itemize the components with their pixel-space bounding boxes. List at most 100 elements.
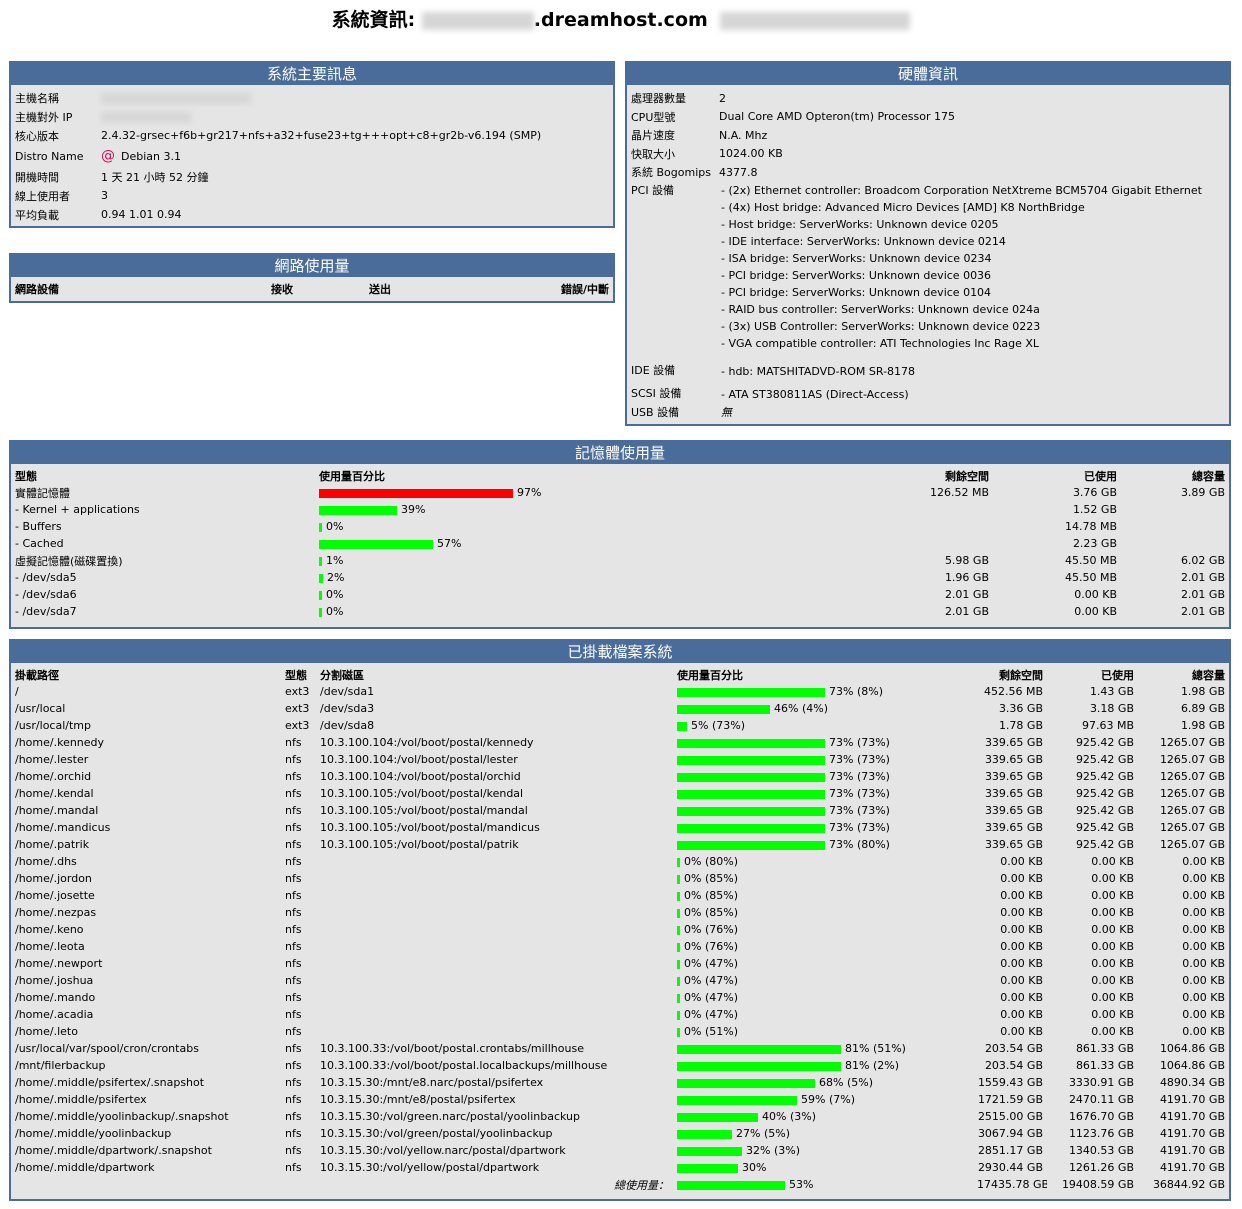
usage-cell: 27% (5%) xyxy=(673,1125,973,1142)
usage-cell: 0% (76%) xyxy=(673,938,973,955)
fs-type: nfs xyxy=(285,1093,302,1106)
fs-mount: /home/.orchid xyxy=(15,770,92,783)
usage-bar xyxy=(677,1078,815,1088)
fs-partition xyxy=(316,1006,673,1023)
pci-device-row: PCI 設備 - (2x) Ethernet controller: Broadc… xyxy=(627,182,1229,199)
sysinfo-row: 開機時間 1 天 21 小時 52 分鐘 xyxy=(11,167,613,186)
memory-row: - Cached 57% 2.23 GB xyxy=(11,535,1229,552)
memory-total xyxy=(1121,518,1229,535)
usage-bar xyxy=(677,908,680,918)
usage-cell: 2% xyxy=(315,569,881,586)
usage-percent-text: 68% (5%) xyxy=(819,1076,873,1089)
fs-free: 3.36 GB xyxy=(998,702,1043,715)
pci-device-row: - PCI bridge: ServerWorks: Unknown devic… xyxy=(627,284,1229,301)
sysinfo-label: 線上使用者 xyxy=(15,189,70,203)
fs-mount: /home/.lester xyxy=(15,753,89,766)
usage-bar xyxy=(677,1044,841,1054)
filesystem-row: /home/.keno nfs 0% (76%) 0.00 KB 0.00 KB 0.00… xyxy=(11,921,1229,938)
usage-percent-text: 81% (2%) xyxy=(845,1059,899,1072)
fs-free: 0.00 KB xyxy=(1000,1025,1043,1038)
fs-col-type: 型態 xyxy=(285,669,307,682)
filesystem-row: /mnt/filerbackup nfs 10.3.100.33:/vol/boot… xyxy=(11,1057,1229,1074)
fs-used: 0.00 KB xyxy=(1091,872,1134,885)
hardware-device-row: IDE 設備 - hdb: MATSHITADVD-ROM SR-8178 xyxy=(627,352,1229,378)
fs-used: 925.42 GB xyxy=(1075,838,1134,851)
usage-cell: 0% (85%) xyxy=(673,870,973,887)
fs-partition: 10.3.100.105:/vol/boot/postal/mandicus xyxy=(320,821,540,834)
pci-device-row: - (3x) USB Controller: ServerWorks: Unkn… xyxy=(627,318,1229,335)
fs-total: 0.00 KB xyxy=(1182,906,1225,919)
pci-device: - (2x) Ethernet controller: Broadcom Cor… xyxy=(721,183,1202,197)
fs-type: nfs xyxy=(285,1127,302,1140)
fs-mount: /home/.leto xyxy=(15,1025,78,1038)
pci-device-row: - RAID bus controller: ServerWorks: Unkn… xyxy=(627,301,1229,318)
pci-device: - PCI bridge: ServerWorks: Unknown devic… xyxy=(721,268,992,282)
usage-bar xyxy=(677,942,680,952)
fs-free: 0.00 KB xyxy=(1000,906,1043,919)
sysinfo-value: @ Debian 3.1 xyxy=(97,145,613,167)
fs-type: nfs xyxy=(285,889,302,902)
fs-free: 203.54 GB xyxy=(984,1059,1043,1072)
sysinfo-value: 2.4.32-grsec+f6b+gr217+nfs+a32+fuse23+tg… xyxy=(97,126,613,145)
fs-type: nfs xyxy=(285,957,302,970)
fs-partition: 10.3.15.30:/mnt/e8/postal/psifertex xyxy=(320,1093,516,1106)
hardware-value: 2 xyxy=(719,91,726,105)
memory-total: 3.89 GB xyxy=(1180,486,1225,499)
fs-total-free: 17435.78 GB xyxy=(977,1178,1047,1191)
usage-percent-text: 73% (8%) xyxy=(829,685,883,698)
fs-partition xyxy=(316,870,673,887)
fs-type: nfs xyxy=(285,1110,302,1123)
fs-used: 0.00 KB xyxy=(1091,1025,1134,1038)
title-host: .dreamhost.com xyxy=(533,9,708,31)
fs-partition: 10.3.100.33:/vol/boot/postal.localbackup… xyxy=(320,1059,608,1072)
usage-percent-text: 59% (7%) xyxy=(801,1093,855,1106)
fs-free: 0.00 KB xyxy=(1000,1008,1043,1021)
hardware-label xyxy=(627,335,715,352)
fs-type: nfs xyxy=(285,821,302,834)
hardware-row: CPU型號 Dual Core AMD Opteron(tm) Processor… xyxy=(627,108,1229,127)
hardware-label: 系統 Bogomips xyxy=(631,166,711,180)
usage-cell: 0% (47%) xyxy=(673,1006,973,1023)
filesystem-row: /home/.newport nfs 0% (47%) 0.00 KB 0.00 KB 0… xyxy=(11,955,1229,972)
usage-cell: 0% (80%) xyxy=(673,853,973,870)
pci-device: - Host bridge: ServerWorks: Unknown devi… xyxy=(721,217,999,231)
hardware-value: N.A. Mhz xyxy=(719,128,768,142)
fs-free: 0.00 KB xyxy=(1000,974,1043,987)
usage-cell: 0% xyxy=(315,518,881,535)
redacted-value xyxy=(101,111,191,123)
title-prefix: 系統資訊: xyxy=(331,9,416,31)
usage-cell: 57% xyxy=(315,535,881,552)
usage-percent-text: 57% xyxy=(437,537,462,550)
usage-cell: 59% (7%) xyxy=(673,1091,973,1108)
fs-partition xyxy=(316,904,673,921)
usage-cell: 0% (76%) xyxy=(673,921,973,938)
sysinfo-label: Distro Name xyxy=(15,149,84,163)
pci-device-row: - Host bridge: ServerWorks: Unknown devi… xyxy=(627,216,1229,233)
pci-device: - ISA bridge: ServerWorks: Unknown devic… xyxy=(721,251,992,265)
hardware-row: 晶片速度 N.A. Mhz xyxy=(627,126,1229,145)
debian-logo-icon: @ xyxy=(101,148,115,164)
usage-percent-text: 73% (73%) xyxy=(829,770,890,783)
fs-total: 4191.70 GB xyxy=(1159,1161,1225,1174)
memory-free xyxy=(881,535,993,552)
usage-cell: 68% (5%) xyxy=(673,1074,973,1091)
memory-total xyxy=(1121,501,1229,518)
fs-type: nfs xyxy=(285,753,302,766)
sysinfo-value-text: 2.4.32-grsec+f6b+gr217+nfs+a32+fuse23+tg… xyxy=(101,129,542,142)
pci-device: - PCI bridge: ServerWorks: Unknown devic… xyxy=(721,285,992,299)
hardware-value: 無 xyxy=(721,405,732,419)
fs-partition: 10.3.100.105:/vol/boot/postal/mandal xyxy=(320,804,528,817)
usage-percent-text: 0% (51%) xyxy=(684,1025,738,1038)
memory-type: - Buffers xyxy=(15,520,62,533)
fs-free: 339.65 GB xyxy=(984,770,1043,783)
fs-used: 0.00 KB xyxy=(1091,991,1134,1004)
sysinfo-label: 主機名稱 xyxy=(15,91,59,105)
fs-used: 925.42 GB xyxy=(1075,753,1134,766)
fs-partition xyxy=(316,887,673,904)
usage-cell: 73% (73%) xyxy=(673,768,973,785)
usage-percent-text: 1% xyxy=(326,554,344,567)
fs-partition xyxy=(316,938,673,955)
hardware-label xyxy=(627,250,715,267)
fs-total: 0.00 KB xyxy=(1182,855,1225,868)
sysinfo-label: 核心版本 xyxy=(15,129,59,143)
